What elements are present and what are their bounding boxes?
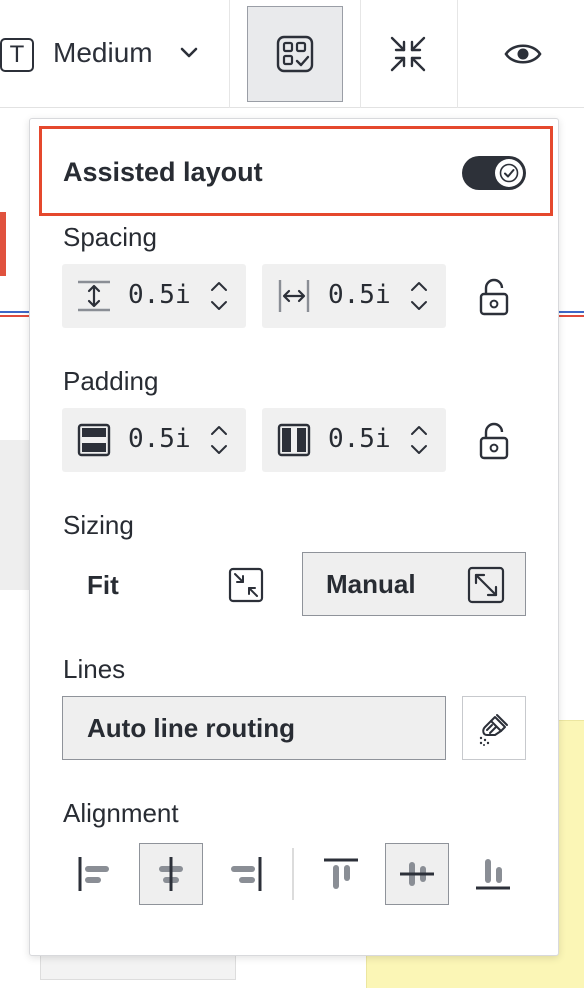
vertical-padding-field[interactable]: 0.5i — [62, 408, 246, 472]
lock-icon[interactable] — [476, 276, 512, 316]
canvas-shape-edge — [0, 212, 6, 276]
toolbar-divider — [229, 0, 230, 108]
alignment-label: Alignment — [63, 798, 179, 828]
vertical-padding-value: 0.5i — [128, 424, 191, 454]
align-middle-button[interactable] — [385, 843, 449, 905]
lines-label: Lines — [63, 654, 126, 684]
paint-brush-icon — [479, 714, 508, 746]
stepper-chevrons-icon[interactable] — [408, 276, 430, 316]
horizontal-spacing-value: 0.5i — [328, 280, 391, 310]
toolbar-divider — [360, 0, 361, 108]
align-middle-icon — [400, 862, 434, 886]
align-center-button[interactable] — [139, 843, 203, 905]
stepper-chevrons-icon[interactable] — [408, 420, 430, 460]
align-top-button[interactable] — [309, 843, 373, 905]
padding-label: Padding — [63, 366, 159, 396]
assisted-layout-row: Assisted layout — [63, 152, 529, 196]
horizontal-spacing-field[interactable]: 0.5i — [262, 264, 446, 328]
auto-line-routing-label: Auto line routing — [87, 713, 295, 743]
assisted-layout-switch[interactable] — [462, 156, 526, 190]
expand-icon — [467, 566, 505, 604]
sizing-label: Sizing — [63, 510, 134, 540]
switch-knob — [495, 159, 523, 187]
assisted-layout-button[interactable] — [247, 6, 343, 102]
vertical-spacing-field[interactable]: 0.5i — [62, 264, 246, 328]
stepper-chevrons-icon[interactable] — [208, 420, 230, 460]
eye-icon — [504, 44, 542, 64]
align-top-icon — [324, 858, 358, 889]
horizontal-padding-value: 0.5i — [328, 424, 391, 454]
assisted-layout-label: Assisted layout — [63, 157, 263, 187]
assisted-layout-icon — [276, 35, 314, 73]
sizing-manual-option[interactable]: Manual — [302, 552, 526, 616]
alignment-divider — [292, 848, 294, 900]
text-style-icon: T — [0, 38, 34, 72]
sizing-manual-label: Manual — [326, 569, 416, 599]
padding-horizontal-icon — [277, 423, 311, 457]
horizontal-spacing-icon — [278, 280, 310, 312]
line-style-brush-button[interactable] — [462, 696, 526, 760]
align-left-button[interactable] — [62, 843, 126, 905]
align-bottom-button[interactable] — [461, 843, 525, 905]
font-size-value: Medium — [53, 37, 153, 68]
stepper-chevrons-icon[interactable] — [208, 276, 230, 316]
fit-icon[interactable] — [228, 567, 264, 603]
chevron-down-icon — [180, 47, 198, 58]
preview-button[interactable] — [485, 20, 561, 88]
font-size-dropdown[interactable]: T Medium — [0, 28, 220, 80]
vertical-spacing-value: 0.5i — [128, 280, 191, 310]
align-right-icon — [231, 857, 262, 891]
padding-vertical-icon — [77, 423, 111, 457]
align-right-button[interactable] — [214, 843, 278, 905]
sizing-fit-option[interactable]: Fit — [87, 570, 119, 601]
spacing-label: Spacing — [63, 222, 157, 252]
horizontal-padding-field[interactable]: 0.5i — [262, 408, 446, 472]
checkmark-icon — [499, 163, 519, 183]
align-left-icon — [78, 857, 109, 891]
vertical-spacing-icon — [78, 280, 110, 312]
toolbar-divider — [457, 0, 458, 108]
contextual-toolbar: T Medium — [0, 0, 584, 108]
auto-line-routing-button[interactable]: Auto line routing — [62, 696, 446, 760]
collapse-icon — [390, 36, 426, 72]
collapse-button[interactable] — [370, 20, 446, 88]
align-bottom-icon — [476, 859, 510, 890]
lock-icon[interactable] — [476, 420, 512, 460]
align-center-icon — [159, 857, 183, 891]
